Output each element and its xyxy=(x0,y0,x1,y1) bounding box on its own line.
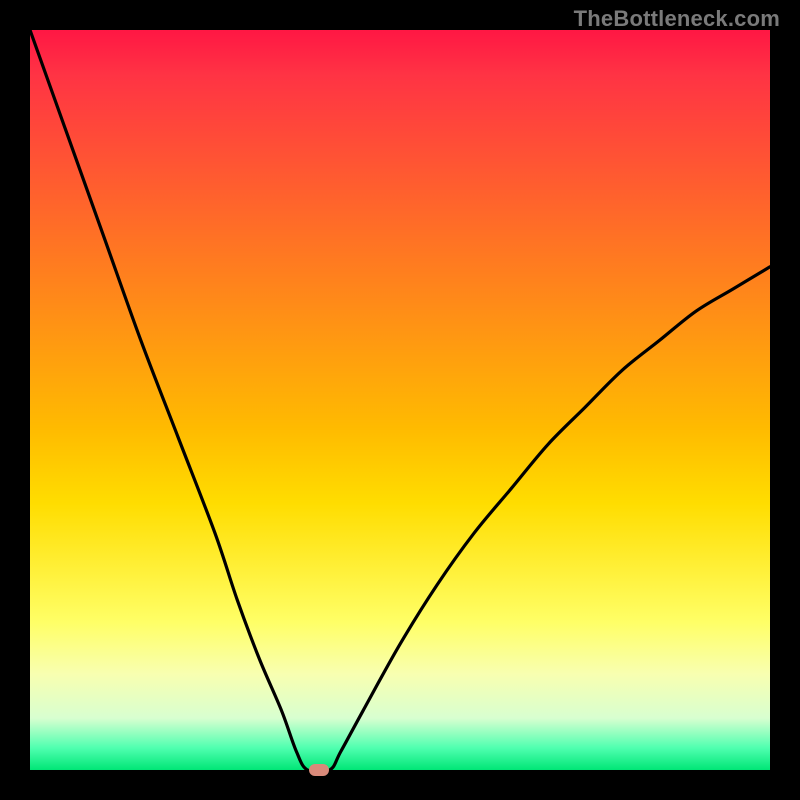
bottleneck-curve xyxy=(30,30,770,770)
chart-frame: TheBottleneck.com xyxy=(0,0,800,800)
minimum-marker xyxy=(309,764,329,776)
watermark-text: TheBottleneck.com xyxy=(574,6,780,32)
plot-area xyxy=(30,30,770,770)
